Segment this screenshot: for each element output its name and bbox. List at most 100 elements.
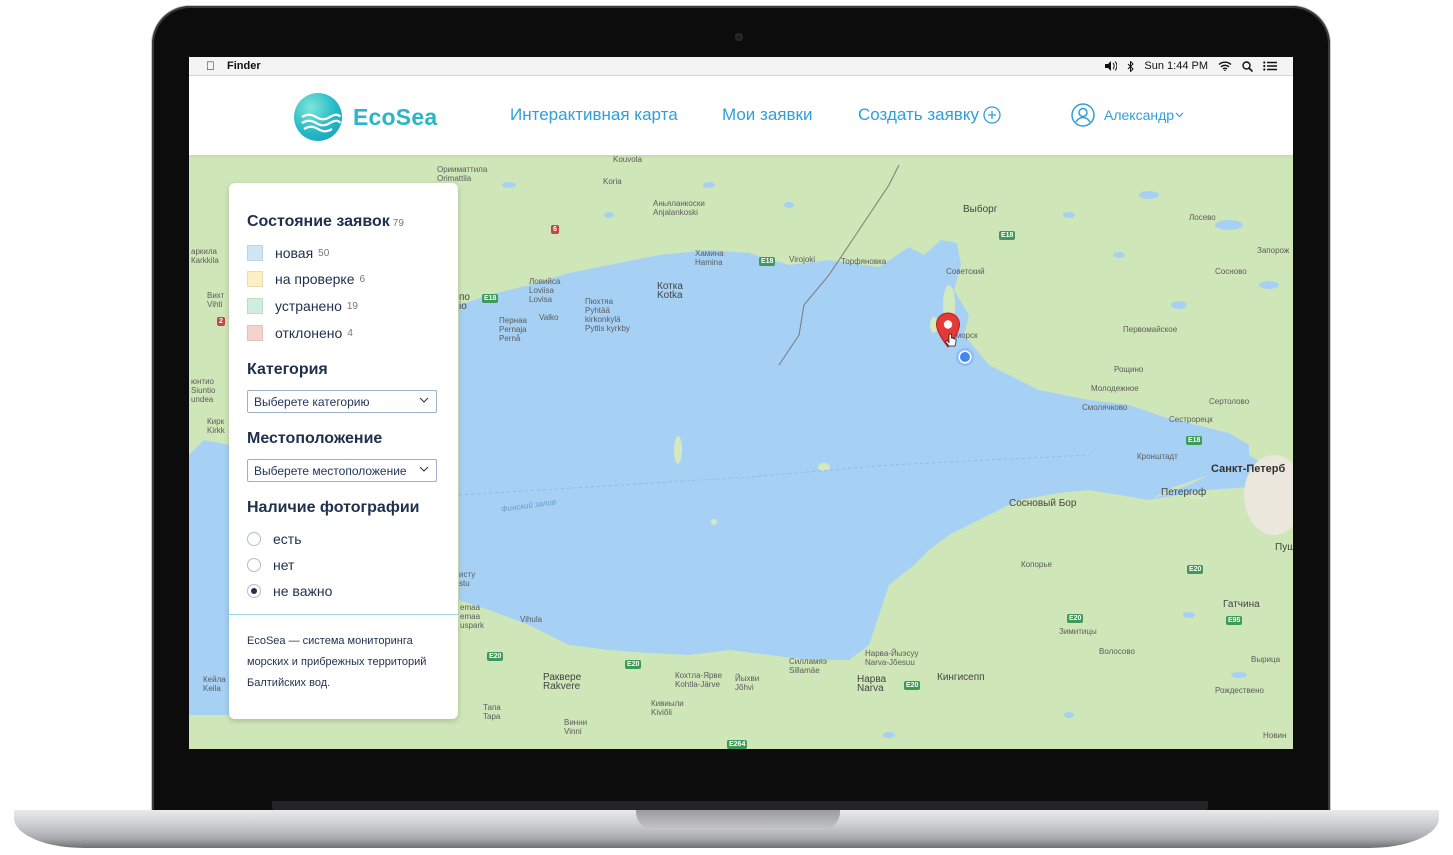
status-label: устранено	[275, 298, 342, 314]
status-label: отклонено	[275, 325, 343, 341]
map-label-sosnovy-bor: Сосновый Бор	[1009, 498, 1077, 509]
user-menu[interactable]: Александр	[1071, 103, 1184, 127]
map-label-sertolovo: Сертолово	[1209, 397, 1250, 406]
status-filter-rejected[interactable]: отклонено 4	[247, 325, 353, 341]
map-label-molodezhnoe: Молодежное	[1091, 384, 1139, 393]
status-label: на проверке	[275, 271, 355, 287]
map-label-vinni: Винни Vinni	[564, 718, 588, 736]
map-label-kingisepp: Кингисепп	[937, 672, 985, 683]
map-label-narva-joesuu: Нарва-Йыэсуу Narva-Jõesuu	[865, 649, 919, 667]
ecosea-logo-icon	[294, 93, 342, 141]
photo-option-yes[interactable]: есть	[247, 531, 302, 547]
nav-interactive-map[interactable]: Интерактивная карта	[510, 105, 678, 125]
category-filter-title: Категория	[247, 361, 328, 378]
brand-logo[interactable]: EcoSea	[294, 93, 437, 141]
road-label: E20	[904, 681, 921, 690]
map-label-siuntio: юнтио Siuntio undea	[191, 377, 216, 404]
map-label-kouvola: Kouvola	[613, 155, 642, 164]
map-label-narva: Нарва Narva	[857, 674, 887, 694]
volume-icon[interactable]	[1104, 61, 1118, 71]
map-label-peterhof: Петергоф	[1161, 487, 1207, 498]
location-select[interactable]: Выберете местоположение	[247, 459, 437, 482]
map-label-torfyanovka: Торфяновка	[841, 257, 887, 266]
laptop-notch	[636, 810, 840, 830]
map-label-vihti: Вихт Vihti	[207, 291, 225, 309]
status-swatch-new	[247, 245, 263, 261]
finder-menu[interactable]: Finder	[227, 60, 261, 72]
map-label-novin: Новин	[1263, 731, 1287, 740]
status-swatch-review	[247, 271, 263, 287]
map-label-spb: Санкт-Петерб	[1211, 463, 1286, 475]
radio-button[interactable]	[247, 558, 261, 572]
map-label-vihula: Vihula	[520, 615, 543, 624]
site-header: EcoSea Интерактивная карта Мои заявки Со…	[189, 76, 1293, 155]
map-label-virojoki: Virojoki	[789, 255, 816, 264]
status-count: 6	[359, 273, 366, 285]
status-filter-fixed[interactable]: устранено 19	[247, 298, 358, 314]
map-label-loviisa: Ловийса Loviisa Lovisa	[529, 277, 561, 304]
map-label-zaporozh: Запорож	[1257, 246, 1290, 255]
photo-option-any[interactable]: не важно	[247, 583, 332, 599]
map-label-smolyachkovo: Смолячково	[1082, 403, 1128, 412]
nav-my-requests[interactable]: Мои заявки	[722, 105, 812, 125]
menubar-status: Sun 1:44 PM	[1104, 60, 1277, 72]
map-label-pyhtaa: Пюхтяа Pyhtää kirkonkylä Pyttis kyrkby	[585, 297, 630, 333]
map-label-vyritsa: Вырица	[1251, 655, 1281, 664]
category-select[interactable]: Выберете категорию	[247, 390, 437, 413]
menubar-clock[interactable]: Sun 1:44 PM	[1144, 60, 1208, 72]
map-label-po: по io	[459, 292, 470, 312]
road-label: E18	[999, 231, 1016, 240]
road-label: 6	[551, 225, 559, 234]
status-filter-review[interactable]: на проверке 6	[247, 271, 365, 287]
road-label: E20	[1187, 565, 1204, 574]
map-label-valko: Valko	[539, 313, 559, 322]
chevron-down-icon	[419, 466, 429, 472]
mac-menubar:  Finder Sun 1:44 PM	[189, 57, 1293, 76]
map-label-roshchino: Рощино	[1114, 365, 1144, 374]
map-label-pushkin: Пушки	[1275, 542, 1293, 553]
status-count: 50	[318, 247, 330, 259]
status-label: новая	[275, 245, 314, 261]
map-label-sosnovo: Сосново	[1215, 267, 1247, 276]
map-label-kotka: Котка Kotka	[657, 281, 683, 301]
radio-label: нет	[273, 557, 295, 573]
map-label-arkkila: аркила Кarkkila	[191, 247, 219, 265]
map-label-vyborg: Выборг	[963, 204, 998, 215]
photo-option-no[interactable]: нет	[247, 557, 294, 573]
road-label: E264	[727, 740, 748, 749]
camera-icon	[735, 33, 743, 41]
location-select-value: Выберете местоположение	[254, 464, 407, 478]
notification-center-icon[interactable]	[1263, 61, 1277, 71]
road-label: E20	[625, 660, 642, 669]
map-label-kohtla: Кохтла-Ярве Kohtla-Järve	[675, 671, 723, 689]
brand-name: EcoSea	[353, 103, 438, 130]
map-label-pernaja: Пернаа Pernaja Pernå	[499, 316, 527, 343]
user-avatar-icon	[1071, 103, 1095, 127]
apple-icon[interactable]: 	[206, 59, 215, 73]
about-text: EcoSea — система мониторинга морских и п…	[247, 635, 427, 689]
plus-circle-icon	[983, 106, 1001, 124]
map-label-losevo: Лосево	[1189, 213, 1216, 222]
road-label: 2	[217, 317, 225, 326]
hand-cursor-icon	[945, 333, 957, 347]
bluetooth-icon[interactable]	[1127, 60, 1135, 72]
radio-button-selected[interactable]	[247, 584, 261, 598]
status-swatch-fixed	[247, 298, 263, 314]
map-label-rakvere: Раквере Rakvere	[543, 672, 582, 692]
chevron-down-icon	[419, 397, 429, 403]
spotlight-icon[interactable]	[1242, 60, 1253, 72]
map-label-keila: Кейла Keila	[203, 675, 226, 693]
map-label-johvi: Йыхви Jõhvi	[735, 674, 760, 692]
status-filter-new[interactable]: новая 50	[247, 245, 329, 261]
photo-filter-title: Наличие фотографии	[247, 499, 420, 516]
screen:  Finder Sun 1:44 PM	[189, 57, 1293, 749]
map-label-tapa: Тапа Tapa	[483, 703, 501, 721]
radio-button[interactable]	[247, 532, 261, 546]
map-label-sovetsky: Советский	[946, 267, 985, 276]
status-swatch-rejected	[247, 325, 263, 341]
current-location-marker	[956, 348, 974, 366]
road-label: E95	[1226, 616, 1243, 625]
nav-create-request[interactable]: Создать заявку	[858, 105, 1001, 125]
wifi-icon[interactable]	[1218, 61, 1232, 71]
status-count: 19	[346, 300, 358, 312]
